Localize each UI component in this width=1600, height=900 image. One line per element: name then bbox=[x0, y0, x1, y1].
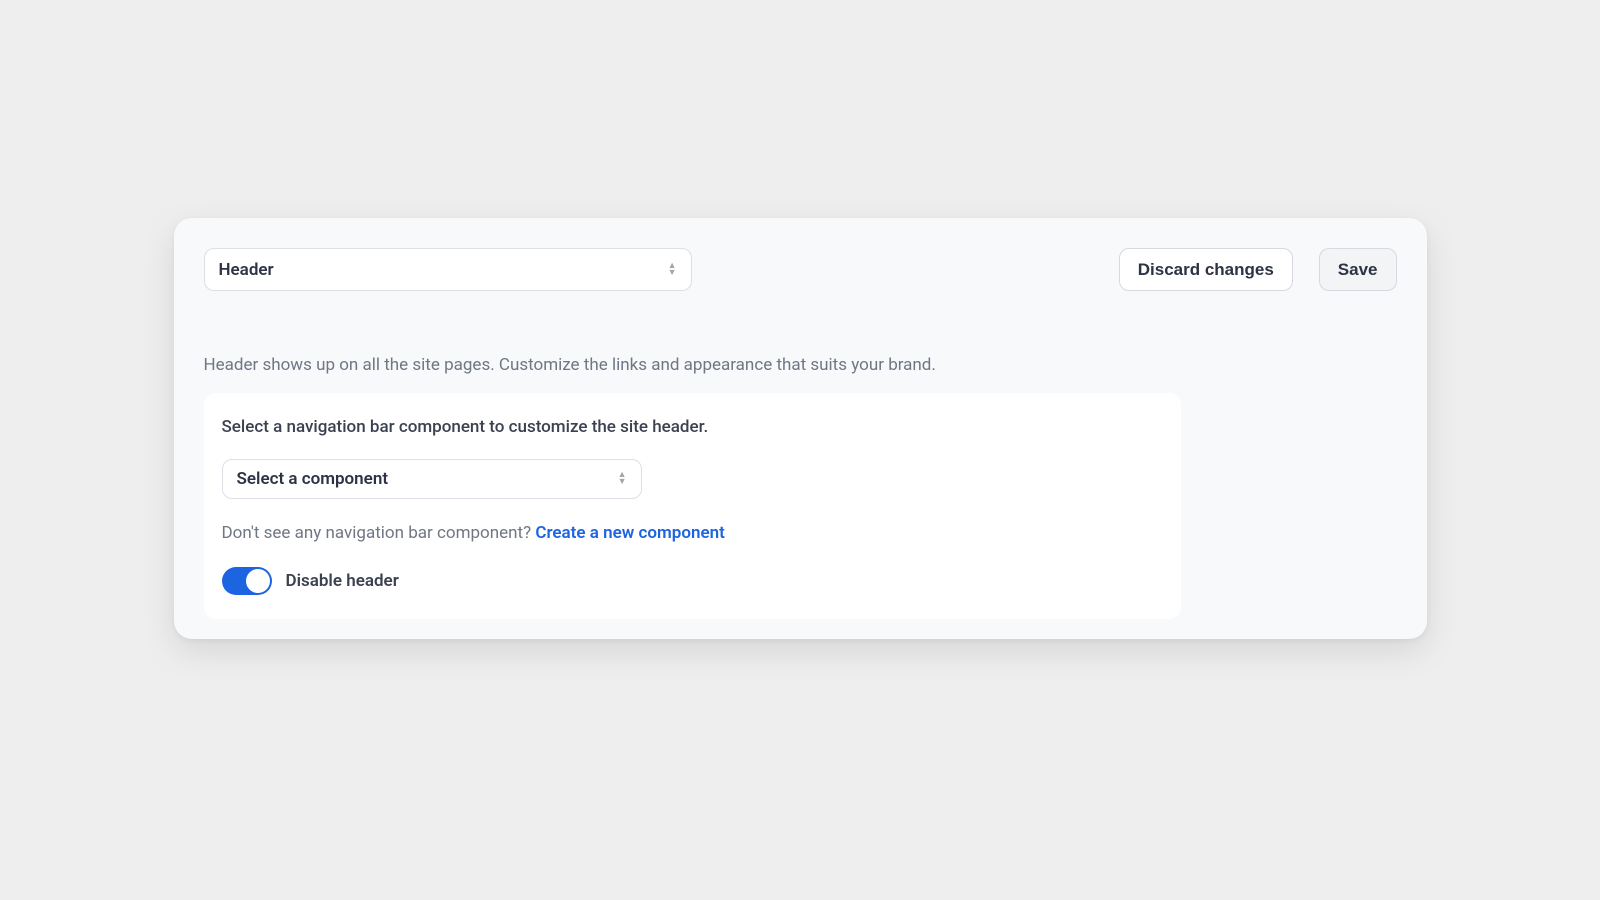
helper-text: Don't see any navigation bar component? … bbox=[222, 523, 1163, 543]
create-component-link[interactable]: Create a new component bbox=[535, 523, 725, 543]
card-title: Select a navigation bar component to cus… bbox=[222, 417, 1163, 437]
toggle-knob bbox=[246, 569, 270, 593]
topbar: Header ▲▼ Discard changes Save bbox=[204, 248, 1397, 291]
select-arrows-icon: ▲▼ bbox=[668, 263, 677, 277]
component-select-value: Select a component bbox=[237, 469, 389, 489]
page-select-value: Header bbox=[219, 260, 274, 280]
page-select[interactable]: Header ▲▼ bbox=[204, 248, 692, 291]
disable-header-row: Disable header bbox=[222, 567, 1163, 595]
disable-header-toggle[interactable] bbox=[222, 567, 272, 595]
helper-prefix: Don't see any navigation bar component? bbox=[222, 523, 536, 543]
save-button[interactable]: Save bbox=[1319, 248, 1397, 291]
component-select[interactable]: Select a component ▲▼ bbox=[222, 459, 642, 499]
select-arrows-icon: ▲▼ bbox=[618, 472, 627, 486]
settings-panel: Header ▲▼ Discard changes Save Header sh… bbox=[174, 218, 1427, 639]
action-buttons: Discard changes Save bbox=[1119, 248, 1397, 291]
header-description: Header shows up on all the site pages. C… bbox=[204, 355, 1397, 375]
discard-changes-button[interactable]: Discard changes bbox=[1119, 248, 1293, 291]
header-config-card: Select a navigation bar component to cus… bbox=[204, 393, 1181, 619]
disable-header-label: Disable header bbox=[286, 571, 399, 591]
